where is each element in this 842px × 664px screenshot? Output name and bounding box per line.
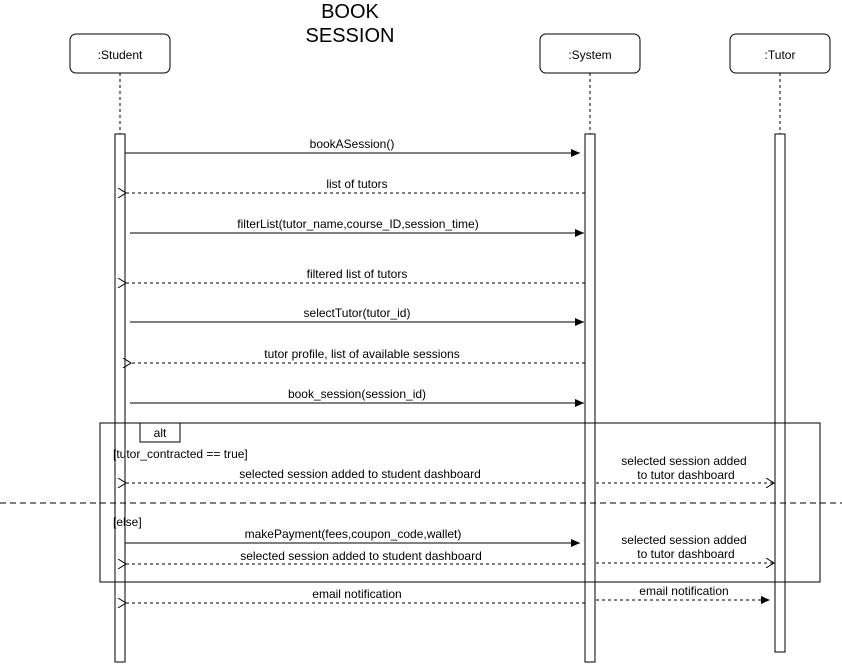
diagram-title-line2: SESSION bbox=[306, 25, 395, 47]
message-label-list-of-tutors: list of tutors bbox=[326, 177, 387, 191]
participant-student: :Student bbox=[69, 33, 171, 74]
message-label-select-tutor: selectTutor(tutor_id) bbox=[304, 306, 411, 320]
alt-guard-else: [else] bbox=[113, 515, 142, 529]
participant-tutor: :Tutor bbox=[729, 33, 831, 74]
message-label-make-payment: makePayment(fees,coupon_code,wallet) bbox=[245, 527, 462, 541]
message-label-student-dashboard-2: selected session added to student dashbo… bbox=[240, 549, 482, 563]
message-label-student-dashboard-1: selected session added to student dashbo… bbox=[239, 467, 481, 481]
message-label-filtered-list: filtered list of tutors bbox=[307, 267, 408, 281]
participant-system: :System bbox=[539, 33, 641, 74]
alt-fragment-operator: alt bbox=[154, 426, 167, 440]
message-label-tutor-dashboard-2a: selected session added bbox=[621, 533, 746, 547]
participant-tutor-label: :Tutor bbox=[765, 48, 796, 62]
activation-student bbox=[114, 133, 126, 663]
participant-system-label: :System bbox=[568, 48, 611, 62]
message-label-tutor-dashboard-1a: selected session added bbox=[621, 454, 746, 468]
sequence-diagram: BOOK SESSION :Student :System :Tutor boo… bbox=[0, 1, 842, 663]
diagram-title-line1: BOOK bbox=[321, 1, 379, 23]
message-label-email-student: email notification bbox=[312, 587, 401, 601]
message-label-book-a-session: bookASession() bbox=[310, 137, 395, 151]
message-label-tutor-dashboard-2b: to tutor dashboard bbox=[637, 547, 734, 561]
activation-tutor bbox=[774, 133, 786, 653]
message-label-email-tutor: email notification bbox=[639, 584, 728, 598]
activation-system bbox=[584, 133, 596, 663]
message-label-tutor-dashboard-1b: to tutor dashboard bbox=[637, 468, 734, 482]
message-label-tutor-profile: tutor profile, list of available session… bbox=[264, 347, 459, 361]
alt-guard-contracted: [tutor_contracted == true] bbox=[113, 447, 248, 461]
message-label-book-session: book_session(session_id) bbox=[288, 387, 426, 401]
message-label-filter-list: filterList(tutor_name,course_ID,session_… bbox=[237, 217, 478, 231]
participant-student-label: :Student bbox=[98, 48, 143, 62]
